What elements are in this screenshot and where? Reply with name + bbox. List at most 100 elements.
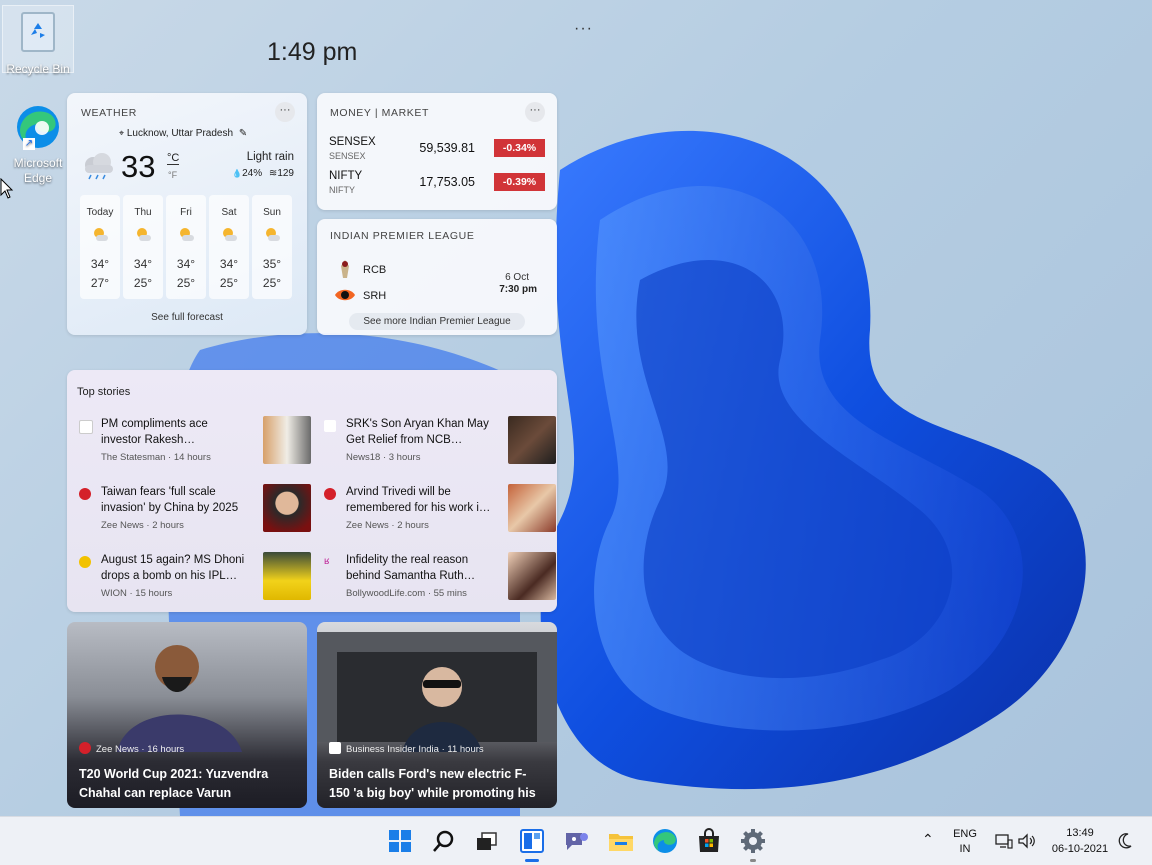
forecast-day[interactable]: Sat 34° 25° (209, 195, 249, 299)
settings-running-indicator (750, 859, 756, 862)
feature-story-card[interactable]: Zee News · 16 hours T20 World Cup 2021: … (67, 622, 307, 808)
unit-celsius[interactable]: °C (167, 152, 180, 165)
market-card[interactable]: MONEY | MARKET ··· SENSEX SENSEX 59,539.… (317, 93, 557, 210)
search-icon[interactable] (430, 827, 458, 855)
story-headline: PM compliments ace investor Rakesh… (101, 418, 208, 446)
story-thumbnail (508, 484, 556, 532)
desktop-icon-edge[interactable]: ↗ Microsoft Edge (3, 104, 73, 185)
feature-source-text: Zee News · 16 hours (96, 744, 185, 755)
aqi-value: 129 (277, 168, 294, 179)
market-value: 59,539.81 (419, 141, 475, 155)
story-source: BollywoodLife.com · 55 mins (346, 588, 467, 599)
partly-sunny-icon (137, 228, 151, 241)
story-headline: August 15 again? MS Dhoni drops a bomb o… (101, 554, 245, 582)
zee-news-logo-icon (324, 488, 336, 500)
forecast-low: 25° (219, 276, 239, 290)
story-item[interactable]: Arvind Trivedi will be remembered for hi… (324, 484, 556, 540)
srh-logo-icon (335, 289, 355, 301)
story-item[interactable]: August 15 again? MS Dhoni drops a bomb o… (79, 552, 311, 608)
story-item[interactable]: PM compliments ace investor Rakesh… The … (79, 416, 311, 472)
story-thumbnail (263, 552, 311, 600)
story-item[interactable]: ʁ Infidelity the real reason behind Sama… (324, 552, 556, 608)
file-explorer-icon[interactable] (607, 827, 635, 855)
feature-source: Zee News · 16 hours (79, 742, 184, 755)
zee-news-logo-icon (79, 742, 91, 754)
show-hidden-icons-icon[interactable]: ⌃ (922, 831, 934, 848)
forecast-day[interactable]: Today 34° 27° (80, 195, 120, 299)
forecast-day-label: Sun (263, 207, 281, 218)
bollywoodlife-logo-icon: ʁ (324, 556, 330, 567)
lang-top: ENG (953, 828, 977, 840)
weather-card[interactable]: WEATHER ··· ⌖ Lucknow, Uttar Pradesh ✎ 3… (67, 93, 307, 335)
see-more-ipl-link[interactable]: See more Indian Premier League (349, 313, 525, 330)
forecast-day[interactable]: Thu 34° 25° (123, 195, 163, 299)
desktop-icon-label: Microsoft Edge (13, 156, 63, 185)
teams-chat-icon[interactable] (562, 827, 590, 855)
market-more-button[interactable]: ··· (525, 102, 545, 122)
feature-image (317, 632, 557, 752)
taskbar: ⌃ ENG IN 13:49 06-10-2021 (0, 816, 1152, 865)
forecast-day-label: Today (86, 207, 114, 218)
story-item[interactable]: SRK's Son Aryan Khan May Get Relief from… (324, 416, 556, 472)
weather-temperature: 33 (121, 149, 156, 184)
partly-sunny-icon (94, 228, 108, 241)
feature-story-card[interactable]: Business Insider India · 11 hours Biden … (317, 622, 557, 808)
market-name: NIFTY (329, 170, 363, 182)
forecast-low: 27° (90, 276, 110, 290)
team2-name: SRH (363, 290, 387, 302)
forecast-day[interactable]: Sun 35° 25° (252, 195, 292, 299)
feature-image (117, 645, 242, 752)
story-headline: Arvind Trivedi will be remembered for hi… (346, 486, 491, 514)
market-value: 17,753.05 (419, 175, 475, 189)
unit-fahrenheit[interactable]: °F (168, 170, 177, 180)
see-full-forecast-link[interactable]: See full forecast (127, 309, 247, 326)
system-clock[interactable]: 13:49 06-10-2021 (1044, 825, 1116, 857)
story-thumbnail (263, 416, 311, 464)
edit-icon[interactable]: ✎ (239, 128, 247, 139)
windows-start-icon[interactable] (386, 827, 414, 855)
weather-location[interactable]: ⌖ Lucknow, Uttar Pradesh ✎ (119, 128, 247, 139)
market-row[interactable]: SENSEX SENSEX 59,539.81 -0.34% (329, 136, 545, 170)
lang-bottom: IN (959, 843, 971, 855)
rcb-logo-icon (341, 260, 349, 278)
forecast-low: 25° (262, 276, 282, 290)
ipl-title: INDIAN PREMIER LEAGUE (330, 230, 475, 242)
desktop-icon-label: Recycle Bin (6, 62, 70, 76)
feature-headline: Biden calls Ford's new electric F-150 'a… (329, 767, 536, 800)
forecast-high: 34° (176, 257, 196, 271)
task-view-icon[interactable] (473, 827, 501, 855)
story-source: The Statesman · 14 hours (101, 452, 211, 463)
story-thumbnail (508, 552, 556, 600)
forecast-day[interactable]: Fri 34° 25° (166, 195, 206, 299)
store-icon[interactable] (695, 827, 723, 855)
story-item[interactable]: Taiwan fears 'full scale invasion' by Ch… (79, 484, 311, 540)
team1-name: RCB (363, 264, 387, 276)
widgets-more-icon[interactable]: ··· (574, 20, 593, 38)
story-source: WION · 15 hours (101, 588, 173, 599)
news18-logo-icon (324, 420, 336, 432)
weather-condition: Light rain (246, 151, 294, 163)
story-headline: Infidelity the real reason behind Samant… (346, 554, 476, 582)
market-row[interactable]: NIFTY NIFTY 17,753.05 -0.39% (329, 170, 545, 204)
focus-assist-moon-icon[interactable] (1118, 833, 1132, 849)
weather-more-button[interactable]: ··· (275, 102, 295, 122)
market-change-badge: -0.34% (494, 139, 545, 157)
input-language[interactable]: ENG IN (950, 827, 980, 857)
network-icon[interactable] (995, 833, 1013, 849)
widgets-icon[interactable] (518, 827, 546, 855)
desktop-icon-recycle-bin[interactable]: Recycle Bin (2, 5, 74, 76)
partly-sunny-icon (180, 228, 194, 241)
edge-icon[interactable] (651, 827, 679, 855)
forecast-high: 34° (90, 257, 110, 271)
forecast-high: 35° (262, 257, 282, 271)
feature-source: Business Insider India · 11 hours (329, 742, 484, 755)
top-stories-title: Top stories (77, 386, 131, 398)
market-name: SENSEX (329, 136, 376, 148)
volume-icon[interactable] (1017, 833, 1037, 849)
forecast-high: 34° (133, 257, 153, 271)
settings-icon[interactable] (739, 827, 767, 855)
location-pin-icon: ⌖ (119, 128, 125, 138)
forecast-day-label: Fri (180, 207, 192, 218)
feature-source-text: Business Insider India · 11 hours (346, 744, 484, 755)
ipl-card[interactable]: INDIAN PREMIER LEAGUE RCB SRH 6 Oct 7:30… (317, 219, 557, 335)
